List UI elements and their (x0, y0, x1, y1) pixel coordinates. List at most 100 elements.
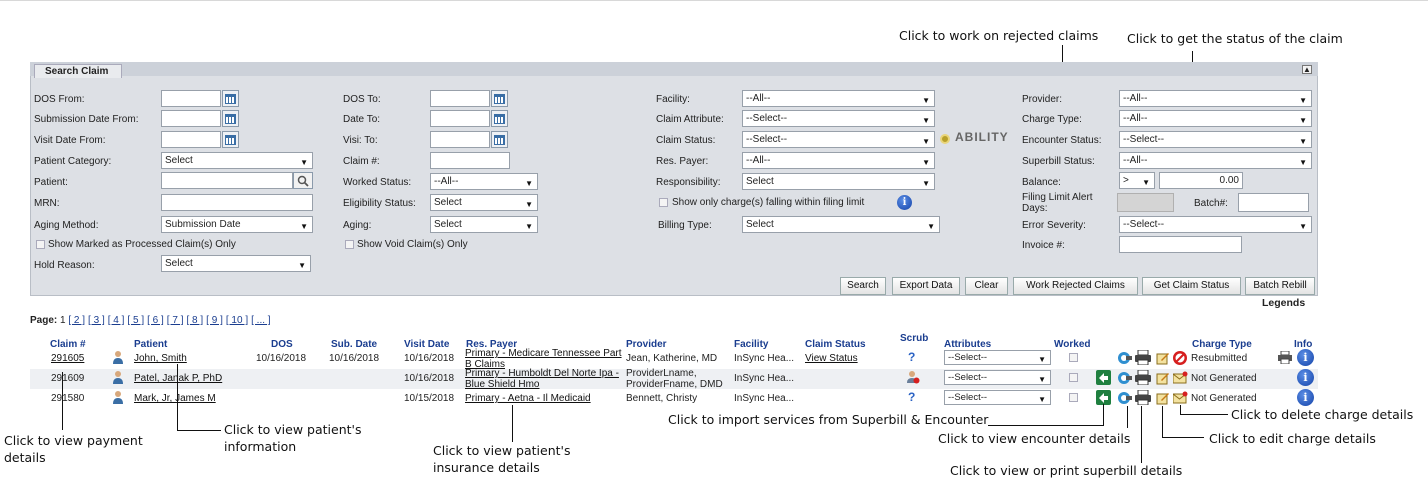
claim-attribute-select[interactable]: --Select-- (742, 110, 935, 127)
patient-category-select[interactable]: Select (161, 152, 313, 169)
claim-number-link[interactable]: 291609 (51, 373, 84, 384)
page-link[interactable]: [ 10 ] (226, 315, 248, 326)
delete-charge-icon[interactable] (1172, 350, 1188, 366)
hold-reason-select[interactable]: Select (161, 255, 311, 272)
submission-date-from-input[interactable] (161, 110, 221, 127)
generate-charge-icon[interactable] (1172, 391, 1188, 405)
charge-type-select[interactable]: --All-- (1119, 110, 1312, 127)
invoice-input[interactable] (1119, 236, 1242, 253)
res-payer-link[interactable]: Primary - Humboldt Del Norte Ipa - (465, 368, 619, 379)
batch-input[interactable] (1238, 193, 1309, 212)
page-link[interactable]: [ 6 ] (147, 315, 164, 326)
search-icon[interactable] (293, 172, 313, 189)
encounter-icon[interactable] (1117, 391, 1132, 405)
worked-checkbox[interactable] (1069, 393, 1078, 402)
claim-number-link[interactable]: 291580 (51, 393, 84, 404)
import-services-icon[interactable] (1096, 370, 1111, 385)
encounter-icon[interactable] (1117, 371, 1132, 385)
aging-method-select[interactable]: Submission Date (161, 216, 313, 233)
col-scrub[interactable]: Scrub (900, 333, 928, 344)
aging-select[interactable]: Select (430, 216, 538, 233)
clear-button[interactable]: Clear (965, 277, 1008, 295)
error-severity-select[interactable]: --Select-- (1119, 216, 1312, 233)
worked-checkbox[interactable] (1069, 373, 1078, 382)
edit-charge-icon[interactable] (1156, 371, 1170, 385)
info-icon[interactable]: i (1297, 369, 1314, 386)
claim-status-select[interactable]: --Select-- (742, 131, 935, 148)
patient-input[interactable] (161, 172, 293, 189)
visit-date-from-input[interactable] (161, 131, 221, 148)
filing-limit-info-icon[interactable]: i (897, 195, 912, 210)
show-processed-checkbox[interactable] (36, 240, 45, 249)
worked-status-select[interactable]: --All-- (430, 173, 538, 190)
export-data-button[interactable]: Export Data (892, 277, 960, 295)
responsibility-select[interactable]: Select (742, 173, 935, 190)
encounter-icon[interactable] (1117, 351, 1132, 365)
edit-charge-icon[interactable] (1156, 351, 1170, 365)
view-status-link[interactable]: View Status (805, 353, 858, 364)
dos-to-input[interactable] (430, 90, 490, 107)
calendar-icon[interactable] (491, 131, 508, 148)
page-link[interactable]: [ ... ] (251, 315, 270, 326)
page-link[interactable]: [ 2 ] (68, 315, 85, 326)
get-claim-status-button[interactable]: Get Claim Status (1142, 277, 1241, 295)
calendar-icon[interactable] (222, 90, 239, 107)
page-link[interactable]: [ 4 ] (108, 315, 125, 326)
provider-select[interactable]: --All-- (1119, 90, 1312, 107)
superbill-print-icon[interactable] (1134, 369, 1152, 386)
superbill-status-select[interactable]: --All-- (1119, 152, 1312, 169)
date-to-input[interactable] (430, 110, 490, 127)
batch-rebill-button[interactable]: Batch Rebill (1245, 277, 1315, 295)
patient-icon[interactable] (111, 350, 125, 364)
patient-link[interactable]: Patel, Janak P, PhD (134, 373, 222, 384)
attribute-select[interactable]: --Select-- (944, 370, 1051, 385)
mrn-input[interactable] (161, 194, 313, 211)
filing-limit-checkbox[interactable] (659, 198, 668, 207)
superbill-print-icon[interactable] (1134, 349, 1152, 366)
legends-link[interactable]: Legends (1262, 297, 1305, 309)
dos-from-input[interactable] (161, 90, 221, 107)
scrub-help-icon[interactable]: ? (908, 350, 915, 364)
search-button[interactable]: Search (840, 277, 886, 295)
patient-link[interactable]: John, Smith (134, 353, 187, 364)
calendar-icon[interactable] (491, 110, 508, 127)
calendar-icon[interactable] (491, 90, 508, 107)
calendar-icon[interactable] (222, 131, 239, 148)
patient-link[interactable]: Mark, Jr, James M (134, 393, 216, 404)
calendar-icon[interactable] (222, 110, 239, 127)
edit-charge-icon[interactable] (1156, 391, 1170, 405)
page-link[interactable]: [ 3 ] (88, 315, 105, 326)
work-rejected-claims-button[interactable]: Work Rejected Claims (1013, 277, 1138, 295)
search-claim-tab[interactable]: Search Claim (34, 64, 122, 78)
facility-select[interactable]: --All-- (742, 90, 935, 107)
scrub-help-icon[interactable]: ? (908, 390, 915, 404)
visit-to-input[interactable] (430, 131, 490, 148)
billing-type-select[interactable]: Select (742, 216, 940, 233)
page-link[interactable]: [ 7 ] (167, 315, 184, 326)
page-link[interactable]: [ 8 ] (186, 315, 203, 326)
res-payer-link[interactable]: Primary - Aetna - Il Medicaid (465, 393, 591, 404)
printer-icon[interactable] (1278, 350, 1292, 365)
balance-operator-select[interactable]: > (1119, 172, 1155, 189)
info-icon[interactable]: i (1297, 389, 1314, 406)
claim-number-link[interactable]: 291605 (51, 353, 84, 364)
generate-charge-icon[interactable] (1172, 371, 1188, 385)
encounter-status-select[interactable]: --Select-- (1119, 131, 1312, 148)
collapse-icon[interactable]: ▲ (1302, 65, 1312, 74)
attribute-select[interactable]: --Select-- (944, 390, 1051, 405)
scrub-error-icon[interactable] (906, 370, 920, 384)
import-services-icon[interactable] (1096, 390, 1111, 405)
res-payer-select[interactable]: --All-- (742, 152, 935, 169)
patient-icon[interactable] (111, 390, 125, 404)
superbill-print-icon[interactable] (1134, 389, 1152, 406)
claim-number-input[interactable] (430, 152, 510, 169)
attribute-select[interactable]: --Select-- (944, 350, 1051, 365)
balance-input[interactable]: 0.00 (1159, 172, 1243, 189)
page-link[interactable]: [ 9 ] (206, 315, 223, 326)
eligibility-status-select[interactable]: Select (430, 194, 538, 211)
show-void-checkbox[interactable] (345, 240, 354, 249)
info-icon[interactable]: i (1297, 349, 1314, 366)
patient-icon[interactable] (111, 370, 125, 384)
page-link[interactable]: [ 5 ] (127, 315, 144, 326)
worked-checkbox[interactable] (1069, 353, 1078, 362)
